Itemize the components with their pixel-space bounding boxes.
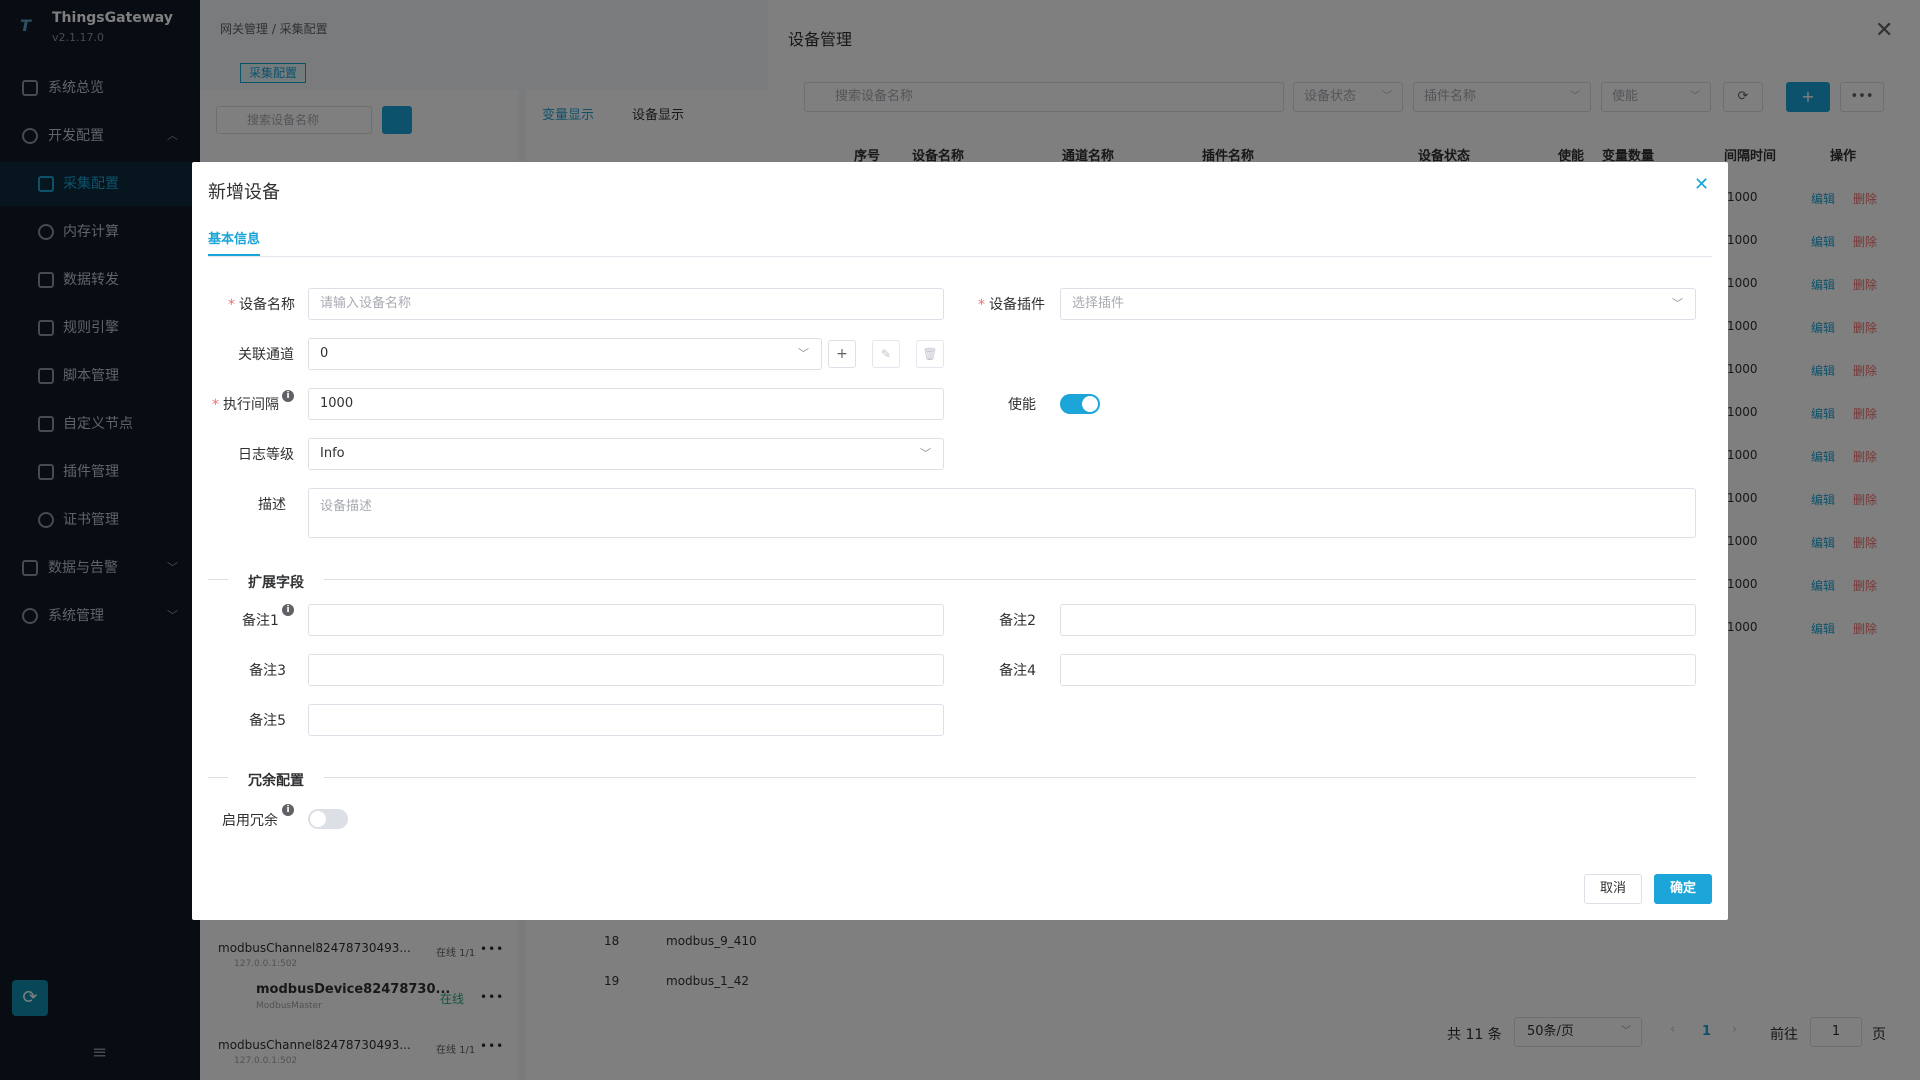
dialog-title: 新增设备 <box>208 182 280 203</box>
remark5-label: 备注5 <box>249 713 286 729</box>
switch-knob <box>310 811 326 827</box>
enable-switch[interactable] <box>1060 394 1100 414</box>
redundancy-section-title: 冗余配置 <box>248 773 304 789</box>
cancel-button[interactable]: 取消 <box>1584 874 1642 904</box>
info-icon[interactable]: i <box>282 804 294 816</box>
chevron-down-icon: ﹀ <box>1672 297 1683 310</box>
divider <box>208 777 228 778</box>
device-name-label-text: 设备名称 <box>239 297 295 313</box>
description-textarea[interactable] <box>308 488 1696 538</box>
remark1-input[interactable] <box>308 604 944 636</box>
confirm-button[interactable]: 确定 <box>1654 874 1712 904</box>
channel-label: 关联通道 <box>238 347 294 363</box>
tab-divider <box>208 256 1712 257</box>
enable-label: 使能 <box>1008 397 1036 413</box>
required-mark: * <box>212 397 219 413</box>
device-plugin-label-text: 设备插件 <box>989 297 1045 313</box>
add-channel-button[interactable]: + <box>828 340 856 368</box>
remark4-input[interactable] <box>1060 654 1696 686</box>
device-name-label: * 设备名称 <box>228 294 295 314</box>
interval-input[interactable]: 1000 <box>308 388 944 420</box>
switch-knob <box>1082 396 1098 412</box>
log-level-label: 日志等级 <box>238 447 294 463</box>
add-device-dialog: 新增设备 ✕ 基本信息 * 设备名称 请输入设备名称 * 设备插件 选择插件 ﹀ 关联… <box>192 162 1728 920</box>
chevron-down-icon: ﹀ <box>920 447 931 460</box>
device-plugin-label: * 设备插件 <box>978 294 1045 314</box>
remark5-input[interactable] <box>308 704 944 736</box>
device-plugin-select[interactable]: 选择插件 ﹀ <box>1060 288 1696 320</box>
info-icon[interactable]: i <box>282 604 294 616</box>
remark1-label: 备注1 <box>242 613 279 629</box>
device-name-input[interactable]: 请输入设备名称 <box>308 288 944 320</box>
select-value: 0 <box>320 346 329 361</box>
tab-basic-info[interactable]: 基本信息 <box>208 228 260 247</box>
edit-channel-icon[interactable]: ✎ <box>872 340 900 368</box>
interval-label-text: 执行间隔 <box>223 397 279 413</box>
channel-select[interactable]: 0 ﹀ <box>308 338 822 370</box>
divider <box>324 579 1696 580</box>
required-mark: * <box>228 297 235 313</box>
info-icon[interactable]: i <box>282 390 294 402</box>
close-icon[interactable]: ✕ <box>1694 174 1709 195</box>
remark2-label: 备注2 <box>999 613 1036 629</box>
description-label: 描述 <box>258 497 286 513</box>
delete-channel-icon[interactable]: 🗑 <box>916 340 944 368</box>
redundancy-label: 启用冗余 <box>222 813 278 829</box>
interval-label: * 执行间隔 <box>212 394 279 414</box>
divider <box>324 777 1696 778</box>
select-label: 选择插件 <box>1072 296 1125 311</box>
remark3-input[interactable] <box>308 654 944 686</box>
remark4-label: 备注4 <box>999 663 1036 679</box>
redundancy-switch[interactable] <box>308 809 348 829</box>
log-level-select[interactable]: Info ﹀ <box>308 438 944 470</box>
ext-section-title: 扩展字段 <box>248 575 304 591</box>
required-mark: * <box>978 297 985 313</box>
select-value: Info <box>320 446 345 461</box>
divider <box>208 579 228 580</box>
chevron-down-icon: ﹀ <box>798 347 809 360</box>
remark3-label: 备注3 <box>249 663 286 679</box>
remark2-input[interactable] <box>1060 604 1696 636</box>
